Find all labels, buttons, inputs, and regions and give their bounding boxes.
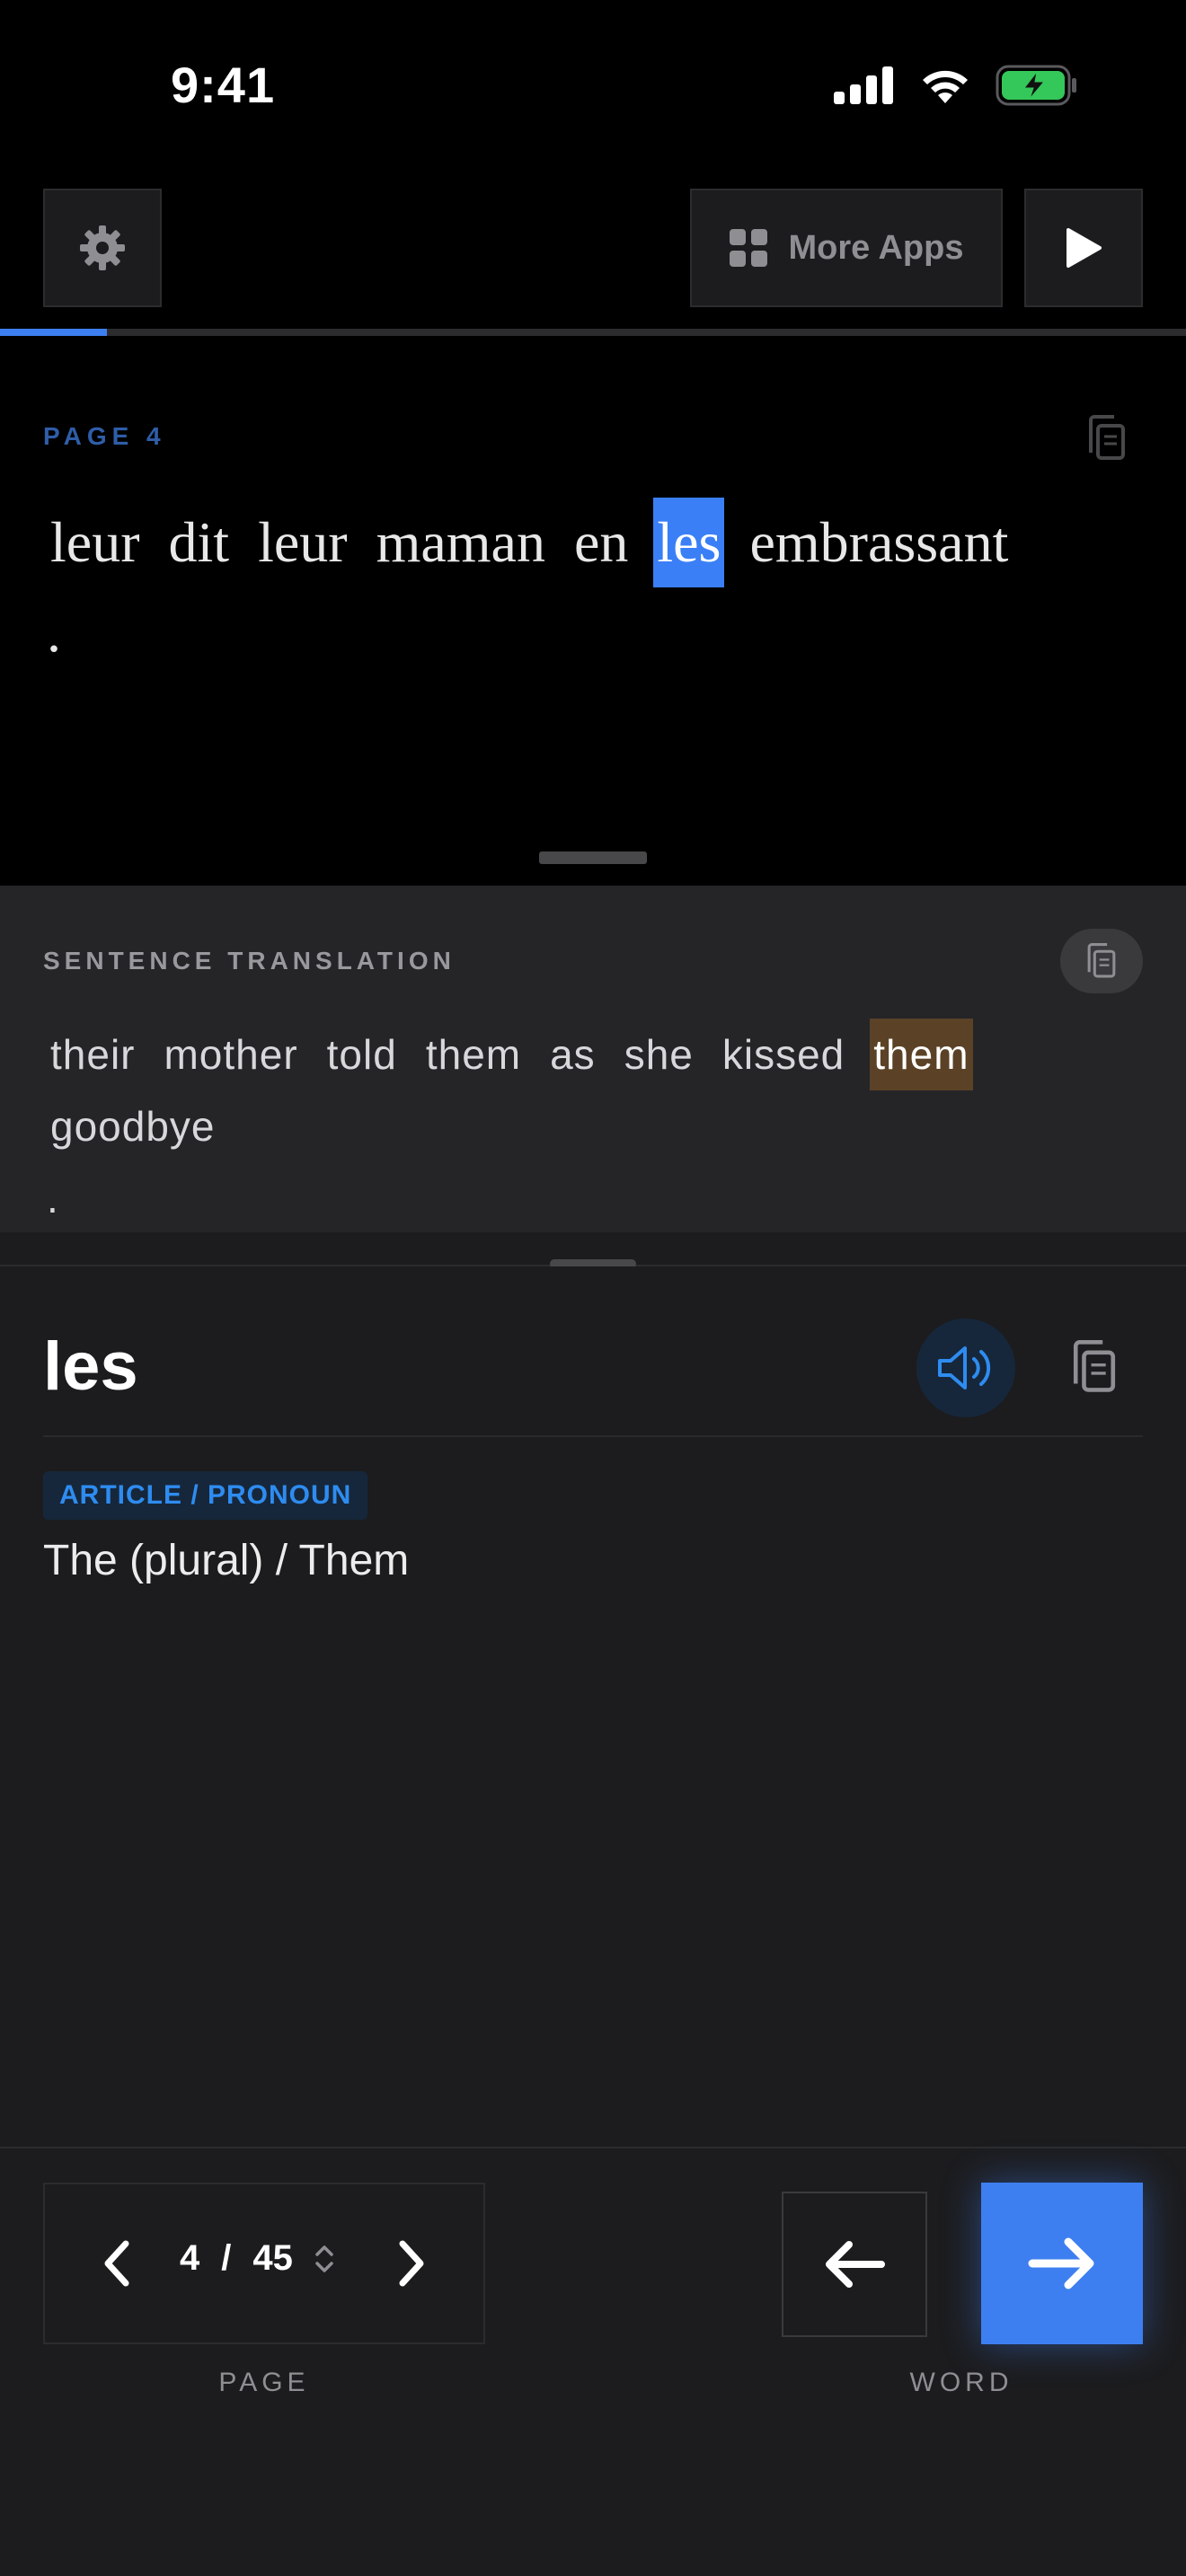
source-word[interactable]: en xyxy=(571,498,632,587)
selected-word: les xyxy=(43,1328,138,1405)
pronounce-button[interactable] xyxy=(916,1319,1015,1417)
panel-resize-handle[interactable] xyxy=(539,851,647,864)
play-button[interactable] xyxy=(1024,189,1143,307)
chevron-left-icon xyxy=(104,2240,129,2287)
copy-icon xyxy=(1087,943,1116,978)
source-word[interactable]: leur xyxy=(47,498,144,587)
page-separator: / xyxy=(221,2238,232,2278)
gear-icon xyxy=(80,225,125,270)
status-icons xyxy=(834,65,1078,106)
word-definition: The (plural) / Them xyxy=(43,1537,410,1584)
arrow-right-icon xyxy=(1028,2237,1094,2289)
arrow-left-icon xyxy=(826,2241,885,2288)
settings-button[interactable] xyxy=(43,189,162,307)
play-icon xyxy=(1067,228,1102,268)
translation-word-highlighted[interactable]: them xyxy=(870,1019,973,1090)
page-stepper: 4 / 45 xyxy=(43,2183,485,2344)
translation-word[interactable]: as xyxy=(546,1019,599,1090)
more-apps-label: More Apps xyxy=(788,228,964,267)
part-of-speech-badge: ARTICLE / PRONOUN xyxy=(43,1471,368,1520)
chevron-up-down-icon xyxy=(315,2245,333,2272)
chevron-right-icon xyxy=(399,2240,424,2287)
source-word[interactable]: dit xyxy=(165,498,234,587)
source-sentence: leur dit leur maman en les embrassant. xyxy=(47,498,1152,677)
translation-period: . xyxy=(47,1175,59,1222)
translation-label: SENTENCE TRANSLATION xyxy=(43,947,456,975)
source-period: . xyxy=(47,600,61,664)
translation-word[interactable]: mother xyxy=(160,1019,301,1090)
translation-word[interactable]: she xyxy=(621,1019,697,1090)
translation-word[interactable]: goodbye xyxy=(47,1090,219,1162)
next-word-button[interactable] xyxy=(981,2183,1143,2344)
total-pages: 45 xyxy=(252,2238,293,2278)
source-text-panel: PAGE 4 leur dit leur maman en les embrassant. xyxy=(0,336,1186,886)
wifi-icon xyxy=(923,70,968,103)
translation-word[interactable]: their xyxy=(47,1019,138,1090)
bottom-navigation: 4 / 45 PAGE WORD xyxy=(0,2147,1186,2576)
grid-apps-icon xyxy=(729,229,767,267)
copy-translation-button[interactable] xyxy=(1060,929,1143,993)
page-caption: PAGE xyxy=(218,2368,310,2397)
reading-progress-fill xyxy=(0,329,107,336)
translation-panel: SENTENCE TRANSLATION their mother told them… xyxy=(0,886,1186,1232)
source-word[interactable]: maman xyxy=(373,498,549,587)
translation-word[interactable]: them xyxy=(422,1019,525,1090)
next-page-button[interactable] xyxy=(376,2226,447,2301)
cellular-signal-icon xyxy=(834,66,893,104)
source-word-highlighted[interactable]: les xyxy=(653,498,725,587)
copy-word-button[interactable] xyxy=(1066,1333,1123,1401)
translation-word[interactable]: kissed xyxy=(719,1019,848,1090)
reading-progress-bar xyxy=(0,329,1186,336)
word-divider xyxy=(43,1435,1143,1437)
previous-word-button[interactable] xyxy=(782,2192,927,2337)
word-caption: WORD xyxy=(909,2368,1013,2397)
page-picker[interactable]: 4 / 45 xyxy=(180,2238,334,2279)
current-page: 4 xyxy=(180,2238,200,2278)
top-toolbar: More Apps xyxy=(0,171,1186,336)
copy-source-icon[interactable] xyxy=(1084,413,1130,463)
more-apps-button[interactable]: More Apps xyxy=(690,189,1003,307)
previous-page-button[interactable] xyxy=(81,2226,153,2301)
word-detail-panel: les ARTICLE / PRONOUN The (plural) / The… xyxy=(0,1266,1186,2147)
translation-word[interactable]: told xyxy=(323,1019,401,1090)
copy-icon xyxy=(1073,1340,1116,1392)
status-time: 9:41 xyxy=(171,57,276,113)
source-word[interactable]: embrassant xyxy=(746,498,1012,587)
source-word[interactable]: leur xyxy=(254,498,351,587)
speaker-icon xyxy=(938,1346,991,1389)
page-label: PAGE 4 xyxy=(43,422,166,450)
translation-sentence: their mother told them as she kissed them goodby… xyxy=(47,1019,1152,1234)
status-bar: 9:41 xyxy=(0,0,1186,171)
battery-charging-icon xyxy=(996,65,1076,106)
